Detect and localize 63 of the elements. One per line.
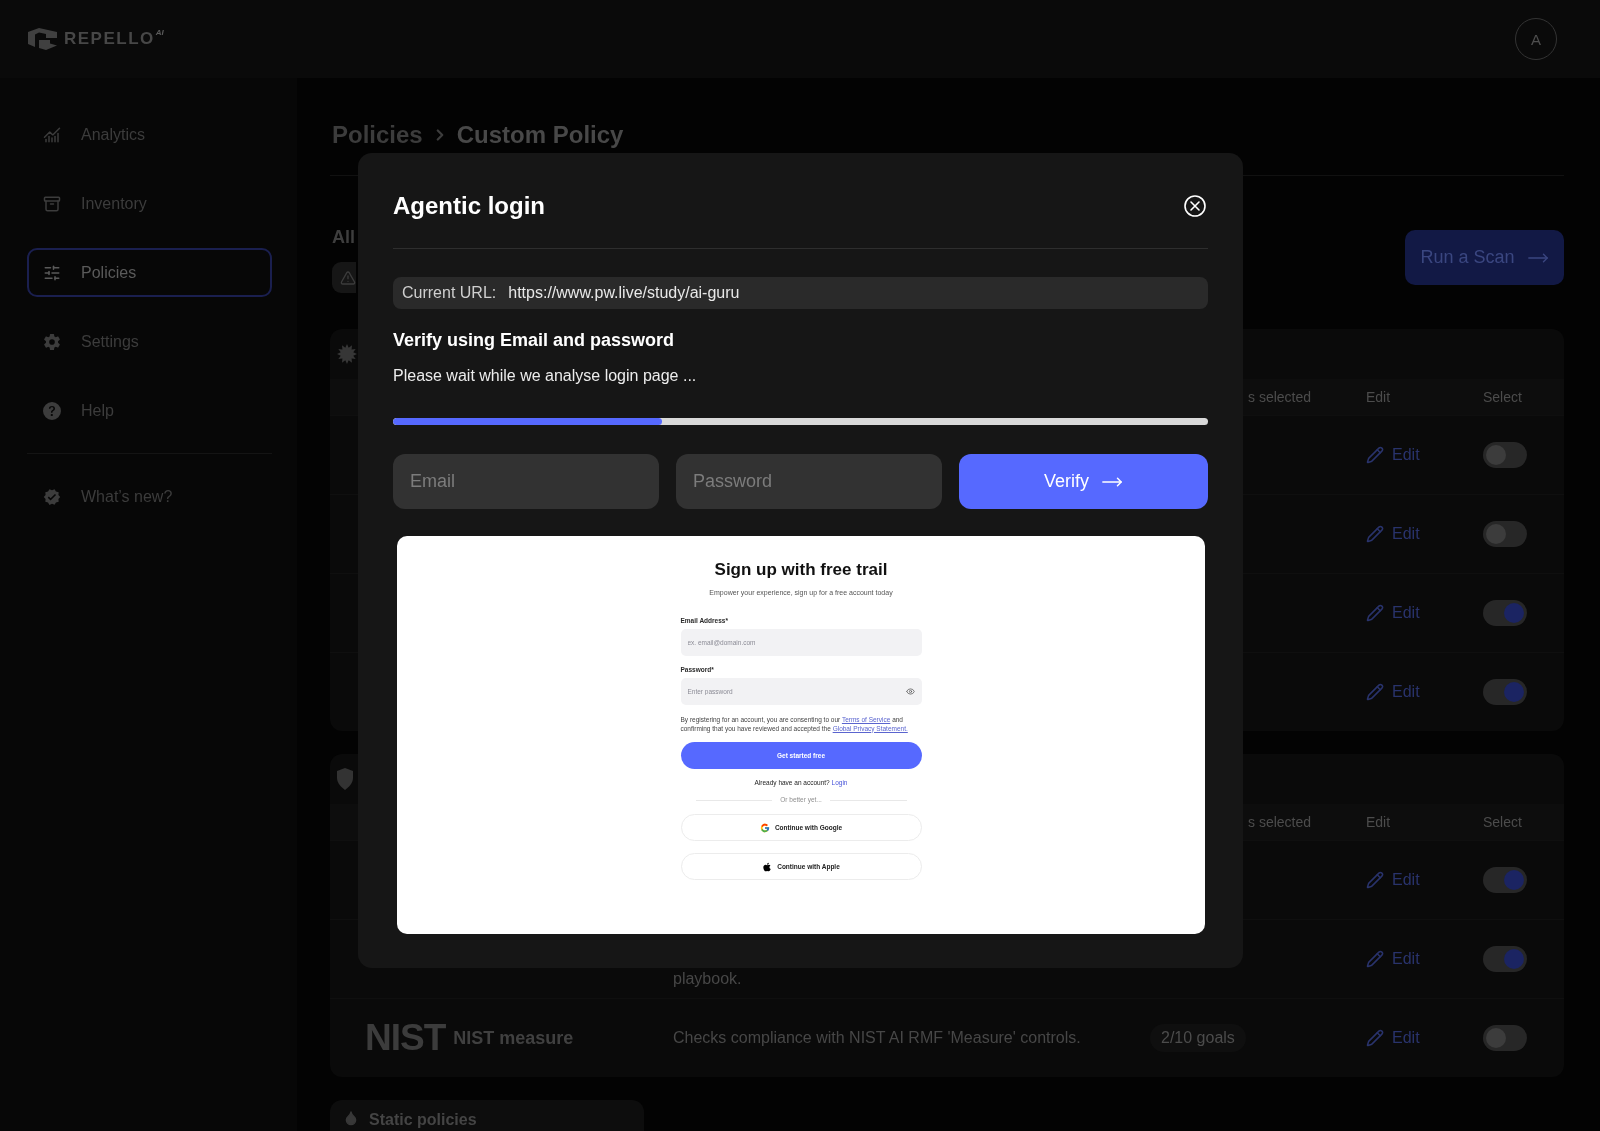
pencil-icon (1366, 683, 1384, 701)
verified-badge-icon (43, 487, 61, 506)
shield-icon (337, 768, 353, 790)
edit-button[interactable]: Edit (1366, 446, 1420, 464)
edit-button[interactable]: Edit (1366, 683, 1420, 701)
settings-icon (43, 332, 61, 351)
archive-icon (43, 194, 61, 213)
email-input[interactable]: Email (393, 454, 659, 509)
breadcrumb-current[interactable]: Custom Policy (456, 122, 624, 148)
toggle-switch[interactable] (1483, 1025, 1527, 1051)
eye-icon[interactable] (905, 687, 915, 696)
nav-item[interactable]: Policies (27, 248, 272, 297)
goals-count: 2/10 goals (1150, 1024, 1246, 1052)
close-icon (1184, 194, 1206, 217)
pencil-icon (1366, 871, 1384, 889)
edit-button[interactable]: Edit (1366, 871, 1420, 889)
toggle-switch[interactable] (1483, 946, 1527, 972)
close-button[interactable] (1183, 193, 1207, 218)
pencil-icon (1366, 1029, 1384, 1047)
column-header: Select (1483, 814, 1522, 830)
edit-button[interactable]: Edit (1366, 604, 1420, 622)
edit-button[interactable]: Edit (1366, 525, 1420, 543)
verify-button[interactable]: Verify (959, 454, 1208, 509)
brand-name: REPELLO (64, 29, 155, 49)
section-label: All (332, 226, 356, 248)
filter-chip[interactable] (332, 262, 356, 293)
pencil-icon (1366, 525, 1384, 543)
edit-button[interactable]: Edit (1366, 950, 1420, 968)
column-header: Edit (1366, 814, 1391, 830)
toggle-switch[interactable] (1483, 679, 1527, 705)
brand-suffix: AI (155, 28, 164, 37)
g-logo-icon (759, 822, 770, 833)
dialog-title: Agentic login (393, 190, 545, 221)
policy-description: Checks compliance with NIST AI RMF 'Measure' controls. (673, 1029, 1081, 1046)
warning-icon (340, 269, 356, 286)
help-icon (43, 401, 61, 420)
logo-icon (27, 28, 58, 50)
column-header: s selected (1248, 814, 1312, 830)
policy-description: playbook. (673, 970, 742, 987)
pencil-icon (1366, 950, 1384, 968)
breadcrumb-link[interactable]: Policies (332, 122, 423, 148)
chart-icon (43, 125, 61, 144)
toggle-switch[interactable] (1483, 600, 1527, 626)
password-input[interactable]: Password (676, 454, 942, 509)
url-text: https://www.pw.live/study/ai-guru (508, 284, 740, 302)
toggle-switch[interactable] (1483, 521, 1527, 547)
status-text: Please wait while we analyse login page ... (393, 366, 698, 386)
droplet-icon (343, 1110, 359, 1126)
url-label: Current URL: (402, 284, 497, 302)
column-header: s selected (1248, 389, 1312, 405)
sliders-icon (43, 263, 61, 282)
run-scan-button[interactable]: Run a Scan (1405, 230, 1564, 285)
column-header: Edit (1366, 389, 1391, 405)
preview-title: Sign up with free trail (714, 560, 888, 580)
column-header: Select (1483, 389, 1522, 405)
section-heading: Verify using Email and password (393, 330, 676, 350)
pencil-icon (1366, 604, 1384, 622)
toggle-switch[interactable] (1483, 442, 1527, 468)
pencil-icon (1366, 446, 1384, 464)
starburst-icon (337, 344, 357, 364)
toggle-switch[interactable] (1483, 867, 1527, 893)
apple-icon (762, 861, 773, 872)
edit-button[interactable]: Edit (1366, 1029, 1420, 1047)
